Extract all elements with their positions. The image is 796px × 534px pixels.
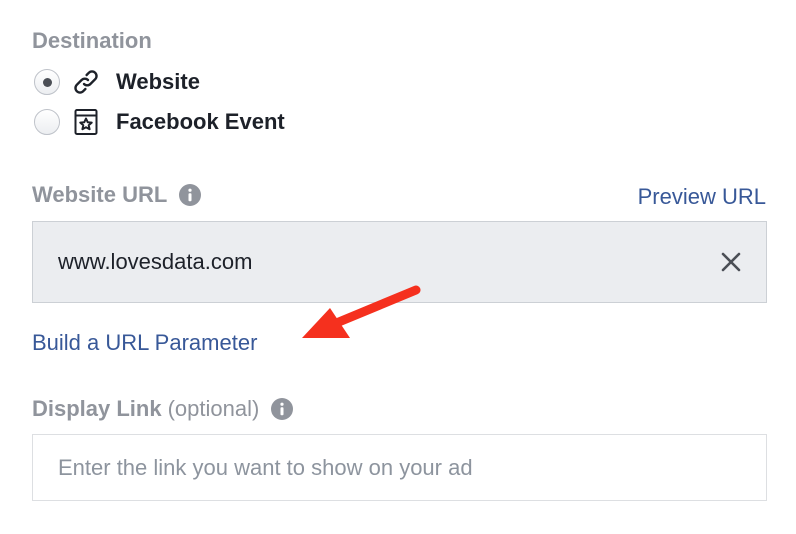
website-url-label-row: Website URL xyxy=(32,182,202,208)
display-link-label: Display Link xyxy=(32,396,162,421)
website-radio[interactable] xyxy=(34,69,60,95)
display-link-label-row: Display Link (optional) xyxy=(32,396,294,422)
facebook-event-option-label: Facebook Event xyxy=(116,109,285,134)
info-icon[interactable] xyxy=(179,184,202,206)
website-url-value[interactable]: www.lovesdata.com xyxy=(58,222,252,302)
website-option-label: Website xyxy=(116,69,200,94)
build-url-parameter-link[interactable]: Build a URL Parameter xyxy=(32,330,257,356)
link-icon xyxy=(70,66,102,98)
optional-label: (optional) xyxy=(167,396,260,421)
destination-option-facebook-event[interactable]: Facebook Event xyxy=(34,106,285,138)
facebook-event-radio[interactable] xyxy=(34,109,60,135)
website-url-label: Website URL xyxy=(32,182,168,207)
destination-title: Destination xyxy=(32,28,152,53)
close-icon[interactable] xyxy=(718,249,744,275)
preview-url-link[interactable]: Preview URL xyxy=(638,184,766,210)
display-link-input[interactable] xyxy=(32,434,767,501)
info-icon[interactable] xyxy=(271,398,294,420)
red-arrow-annotation xyxy=(290,278,430,353)
event-star-icon xyxy=(70,106,102,138)
destination-option-website[interactable]: Website xyxy=(34,66,200,98)
